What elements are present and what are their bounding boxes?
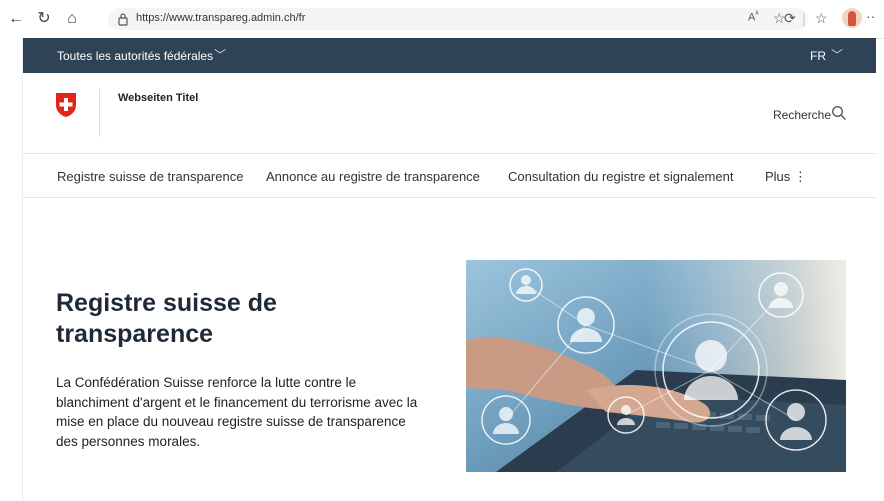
favorites-list-icon[interactable]: ☆ (815, 10, 828, 27)
site-header: Webseiten Titel Recherche (23, 73, 876, 154)
hero-image (466, 260, 846, 472)
swiss-coat-of-arms-logo[interactable] (55, 92, 77, 118)
url-text: https://www.transpareg.admin.ch/fr (136, 12, 306, 24)
chevron-down-icon[interactable]: ﹀ (214, 46, 226, 63)
nav-item-consultation[interactable]: Consultation du registre et signalement (508, 169, 733, 184)
hero-description: La Confédération Suisse renforce la lutt… (56, 375, 418, 449)
nav-item-plus[interactable]: Plus ⋮ (765, 169, 807, 185)
side-gutter (0, 38, 23, 501)
back-arrow-icon[interactable]: ← (6, 9, 26, 29)
main-navigation: Registre suisse de transparence Annonce … (23, 154, 876, 198)
more-vertical-icon: ⋮ (793, 169, 807, 184)
nav-item-registre[interactable]: Registre suisse de transparence (57, 169, 243, 184)
refresh-icon[interactable]: ↻ (34, 9, 54, 29)
chevron-down-icon[interactable]: ﹀ (831, 46, 843, 63)
authorities-dropdown[interactable]: Toutes les autorités fédérales (57, 49, 213, 63)
site-title[interactable]: Webseiten Titel (118, 92, 198, 104)
address-bar[interactable]: https://www.transpareg.admin.ch/fr Aᴬ ☆ (108, 8, 808, 30)
nav-item-plus-label: Plus (765, 169, 791, 184)
profile-avatar[interactable] (842, 8, 862, 28)
extensions-icon[interactable]: ⟳ (784, 10, 796, 27)
search-icon[interactable] (831, 105, 847, 121)
page-title: Registre suisse de transparence (56, 289, 277, 348)
language-selector[interactable]: FR (810, 49, 826, 63)
lock-icon (118, 13, 128, 26)
home-icon[interactable]: ⌂ (62, 9, 82, 29)
federal-topbar: Toutes les autorités fédérales ﹀ FR ﹀ (23, 38, 876, 73)
search-button[interactable]: Recherche (773, 108, 831, 122)
read-aloud-icon[interactable]: Aᴬ (748, 11, 759, 24)
header-divider (99, 89, 100, 137)
more-menu-icon[interactable]: ·· (866, 8, 875, 24)
browser-toolbar: ← ↻ ⌂ https://www.transpareg.admin.ch/fr… (0, 0, 884, 39)
hands-keyboard-network-illustration (466, 260, 846, 472)
nav-item-annonce[interactable]: Annonce au registre de transparence (266, 169, 480, 184)
toolbar-divider: | (802, 10, 806, 26)
